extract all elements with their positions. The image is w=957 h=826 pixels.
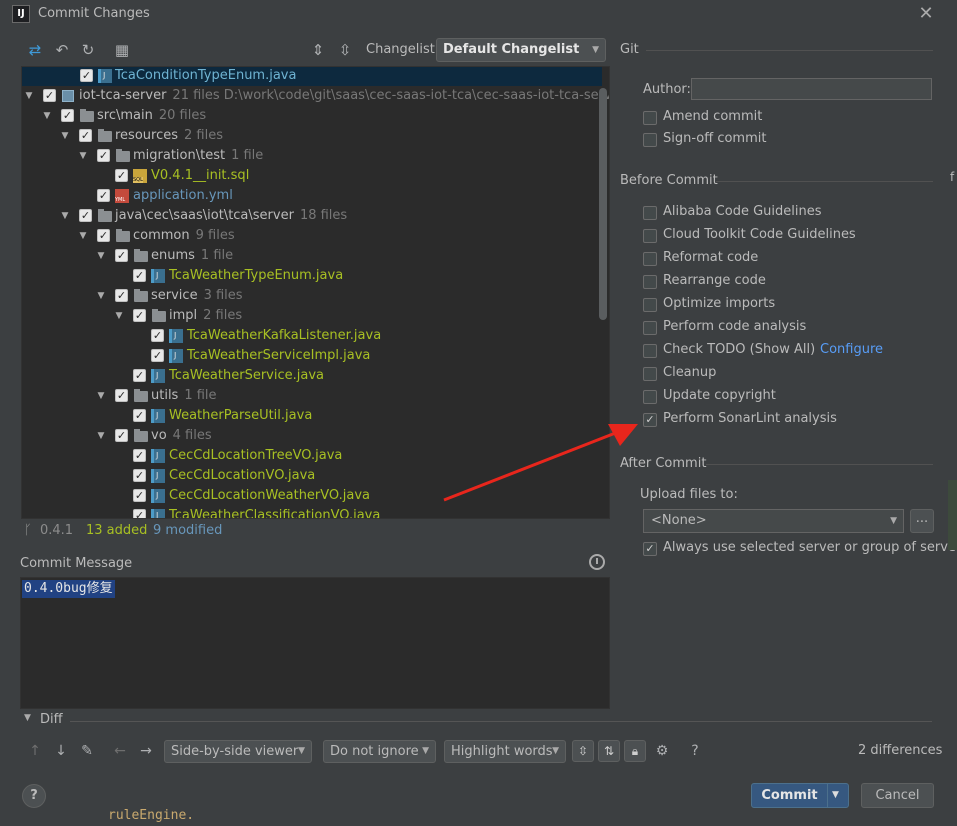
annotation-arrow-icon: [443, 424, 638, 502]
annotation-arrow-shaft: [443, 430, 619, 502]
